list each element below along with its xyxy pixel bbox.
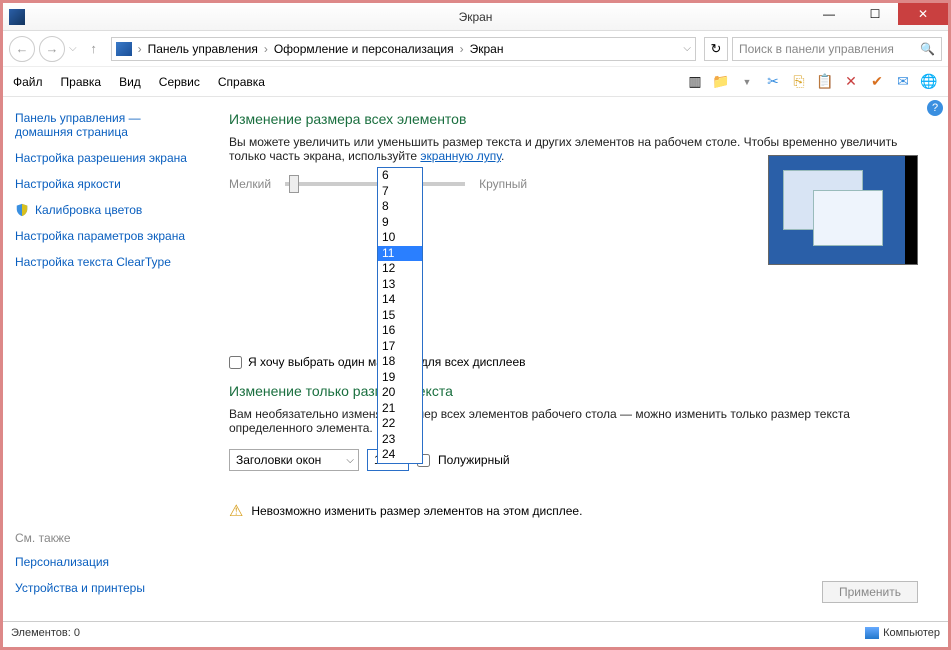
recent-dropdown-icon[interactable]: ⌵: [69, 43, 77, 54]
check-icon[interactable]: ✔: [868, 73, 886, 91]
sidebar-item-devices[interactable]: Устройства и принтеры: [15, 581, 145, 595]
chevron-right-icon: ›: [264, 42, 268, 56]
see-also-header: См. также: [15, 531, 145, 545]
sidebar-item-home[interactable]: Панель управления — домашняя страница: [15, 111, 201, 139]
breadcrumb-leaf[interactable]: Экран: [470, 42, 504, 56]
font-size-option[interactable]: 21: [378, 401, 422, 417]
window-title: Экран: [459, 10, 493, 24]
slider-track[interactable]: [285, 182, 465, 186]
menu-file[interactable]: Файл: [13, 75, 43, 89]
status-bar: Элементов: 0 Компьютер: [3, 621, 948, 643]
search-input[interactable]: Поиск в панели управления 🔍: [732, 37, 942, 61]
font-size-option[interactable]: 20: [378, 385, 422, 401]
warning-text: Невозможно изменить размер элементов на …: [251, 504, 582, 518]
font-size-option[interactable]: 6: [378, 168, 422, 184]
font-size-option[interactable]: 12: [378, 261, 422, 277]
breadcrumb-mid[interactable]: Оформление и персонализация: [274, 42, 454, 56]
font-size-option[interactable]: 10: [378, 230, 422, 246]
warning-icon: ⚠: [229, 501, 243, 521]
computer-icon: [865, 627, 879, 639]
search-icon: 🔍: [920, 42, 935, 56]
titlebar: Экран — ☐ ✕: [3, 3, 948, 31]
nav-toolbar: ← → ⌵ ↑ › Панель управления › Оформление…: [3, 31, 948, 67]
shield-icon: [15, 203, 29, 217]
preview-pane-icon[interactable]: ▥: [686, 73, 704, 91]
font-size-option[interactable]: 24: [378, 447, 422, 463]
font-size-option[interactable]: 19: [378, 370, 422, 386]
sidebar-item-params[interactable]: Настройка параметров экрана: [15, 229, 201, 243]
sidebar-item-cleartype[interactable]: Настройка текста ClearType: [15, 255, 201, 269]
font-size-dropdown[interactable]: 6789101112131415161718192021222324: [377, 167, 423, 464]
text-only-description: Вам необязательно изменять размер всех э…: [229, 407, 928, 435]
status-items: Элементов: 0: [11, 627, 80, 639]
chevron-right-icon: ›: [138, 42, 142, 56]
chevron-right-icon: ›: [460, 42, 464, 56]
breadcrumb-dropdown-icon[interactable]: ⌵: [683, 43, 691, 54]
search-placeholder: Поиск в панели управления: [739, 42, 894, 56]
slider-thumb[interactable]: [289, 175, 299, 193]
paste-icon[interactable]: 📋: [816, 73, 834, 91]
menu-service[interactable]: Сервис: [159, 75, 200, 89]
up-button[interactable]: ↑: [81, 36, 107, 62]
slider-label-small: Мелкий: [229, 177, 271, 191]
bold-label: Полужирный: [438, 453, 510, 467]
font-size-option[interactable]: 13: [378, 277, 422, 293]
sidebar-item-calibrate[interactable]: Калибровка цветов: [35, 203, 142, 217]
heading-text-only: Изменение только размера текста: [229, 383, 928, 399]
app-icon: [9, 9, 25, 25]
monitor-icon: [116, 42, 132, 56]
magnifier-link[interactable]: экранную лупу: [420, 149, 501, 163]
breadcrumb-root[interactable]: Панель управления: [148, 42, 258, 56]
toolbar-icons: ▥ 📁 ▼ ✂ ⎘ 📋 ✕ ✔ ✉ 🌐: [686, 73, 938, 91]
back-button[interactable]: ←: [9, 36, 35, 62]
font-size-option[interactable]: 14: [378, 292, 422, 308]
dropdown-arrow-icon[interactable]: ▼: [738, 73, 756, 91]
apply-button[interactable]: Применить: [822, 581, 918, 603]
slider-label-large: Крупный: [479, 177, 527, 191]
sidebar: Панель управления — домашняя страница На…: [3, 97, 213, 621]
globe-icon[interactable]: 🌐: [920, 73, 938, 91]
sidebar-item-resolution[interactable]: Настройка разрешения экрана: [15, 151, 201, 165]
cut-icon[interactable]: ✂: [764, 73, 782, 91]
delete-icon[interactable]: ✕: [842, 73, 860, 91]
mail-icon[interactable]: ✉: [894, 73, 912, 91]
font-size-option[interactable]: 7: [378, 184, 422, 200]
element-select[interactable]: Заголовки окон: [229, 449, 359, 471]
folder-icon[interactable]: 📁: [712, 73, 730, 91]
copy-icon[interactable]: ⎘: [790, 73, 808, 91]
font-size-option[interactable]: 9: [378, 215, 422, 231]
warning-row: ⚠ Невозможно изменить размер элементов н…: [229, 501, 928, 521]
menu-edit[interactable]: Правка: [61, 75, 102, 89]
heading-resize-all: Изменение размера всех элементов: [229, 111, 928, 127]
one-scale-checkbox[interactable]: [229, 356, 242, 369]
font-size-option[interactable]: 22: [378, 416, 422, 432]
maximize-button[interactable]: ☐: [852, 3, 898, 25]
font-size-option[interactable]: 11: [378, 246, 422, 262]
font-size-option[interactable]: 15: [378, 308, 422, 324]
main-panel: Изменение размера всех элементов Вы може…: [213, 97, 948, 621]
menu-view[interactable]: Вид: [119, 75, 141, 89]
font-size-option[interactable]: 8: [378, 199, 422, 215]
sidebar-item-personalization[interactable]: Персонализация: [15, 555, 145, 569]
see-also: См. также Персонализация Устройства и пр…: [15, 531, 145, 607]
sidebar-item-brightness[interactable]: Настройка яркости: [15, 177, 201, 191]
minimize-button[interactable]: —: [806, 3, 852, 25]
font-size-option[interactable]: 23: [378, 432, 422, 448]
status-computer: Компьютер: [883, 627, 940, 639]
forward-button[interactable]: →: [39, 36, 65, 62]
refresh-button[interactable]: ↻: [704, 37, 728, 61]
preview-monitor: [768, 155, 918, 265]
font-size-option[interactable]: 18: [378, 354, 422, 370]
breadcrumb[interactable]: › Панель управления › Оформление и персо…: [111, 37, 696, 61]
font-size-option[interactable]: 17: [378, 339, 422, 355]
font-size-option[interactable]: 16: [378, 323, 422, 339]
close-button[interactable]: ✕: [898, 3, 948, 25]
menu-help[interactable]: Справка: [218, 75, 265, 89]
menu-bar: Файл Правка Вид Сервис Справка ▥ 📁 ▼ ✂ ⎘…: [3, 67, 948, 97]
